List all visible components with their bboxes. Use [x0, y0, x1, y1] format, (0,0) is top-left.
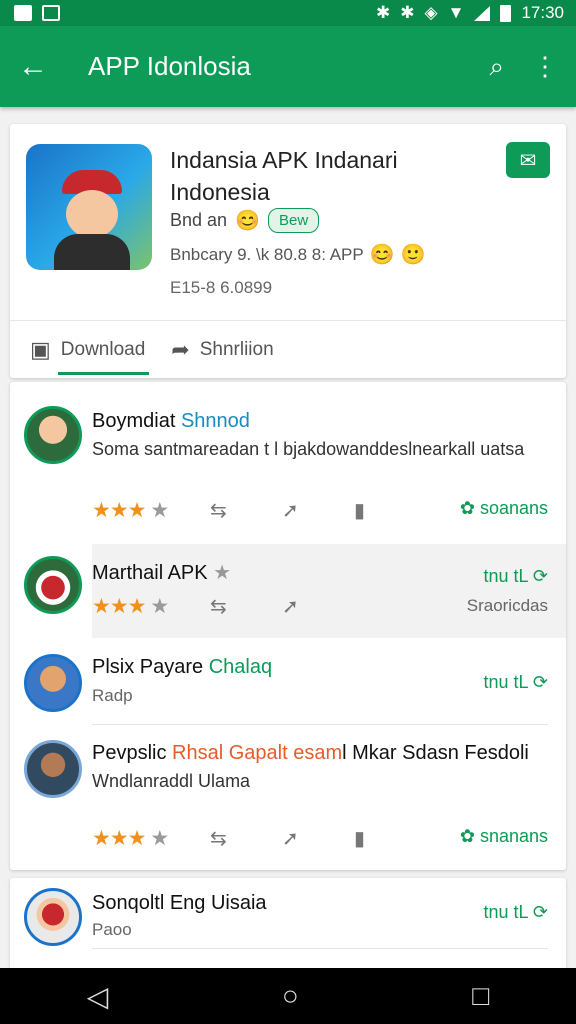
- repost-icon[interactable]: ⇆: [210, 826, 282, 851]
- wifi-icon: ▼: [447, 3, 465, 22]
- bookmark-icon[interactable]: ▮: [354, 826, 426, 851]
- app-icon[interactable]: [26, 144, 152, 270]
- comment-author: Pevpslic Rhsal Gapalt esaml Mkar Sdasn F…: [92, 742, 529, 764]
- comment-author: Marthail APK ★: [92, 562, 232, 584]
- clock: 17:30: [521, 3, 564, 22]
- app-meta-row: Bnbcary 9. \k 80.8 8: APP 😊 🙂: [170, 242, 426, 267]
- chat-share-icon[interactable]: ✉: [506, 142, 550, 178]
- divider: [92, 948, 548, 949]
- rating-stars: ★★★ ★: [92, 827, 169, 850]
- back-arrow-icon[interactable]: ←: [18, 50, 58, 84]
- avatar[interactable]: [24, 888, 82, 946]
- repost-icon[interactable]: ⇆: [210, 594, 282, 619]
- comment-actions: ★★★ ★ ⇆ ➚ ▮: [92, 826, 426, 851]
- divider: [92, 724, 548, 725]
- avatar[interactable]: [24, 556, 82, 614]
- rating-stars: ★★★ ★: [92, 595, 169, 618]
- comment-link[interactable]: tnu tL ⟳: [484, 566, 548, 587]
- comment-sub: Radp: [92, 686, 133, 705]
- app-title: Indansia APK Indanari Indonesia: [170, 147, 398, 205]
- comment-card: Sonqoltl Eng Uisaia Paoo tnu tL ⟳: [10, 878, 566, 978]
- tab-bar: ▣ Download ➦ Shnrliion: [10, 320, 566, 378]
- comment-link[interactable]: tnu tL ⟳: [484, 672, 548, 693]
- repost-icon[interactable]: ⇆: [210, 498, 282, 523]
- app-meta: Bnbcary 9. \k 80.8 8: APP: [170, 244, 364, 264]
- avatar[interactable]: [24, 654, 82, 712]
- bookmark-icon[interactable]: ▮: [354, 498, 426, 523]
- tab-share[interactable]: ➦ Shnrliion: [171, 321, 273, 379]
- status-bar: ✱ ✱ ◈ ▼ 17:30: [0, 0, 576, 26]
- app-version: E15-8 6.0899: [170, 278, 273, 297]
- comment-link[interactable]: ✿ soanans: [460, 498, 548, 519]
- notification-icon: [14, 5, 32, 21]
- signal-icon: [474, 5, 491, 21]
- search-icon[interactable]: ⌕: [489, 51, 504, 83]
- bluetooth-icon: ✱: [376, 3, 391, 22]
- comment-author: Plsix Payare Chalaq: [92, 656, 273, 678]
- app-subtitle: Bnd an: [170, 210, 228, 230]
- app-info-card: Indansia APK Indanari Indonesia Bnd an 😊…: [10, 124, 566, 378]
- avatar[interactable]: [24, 740, 82, 798]
- new-badge: Bew: [267, 208, 320, 233]
- comment-sub: Paoo: [92, 920, 132, 939]
- nav-home-icon[interactable]: ○: [282, 980, 299, 1012]
- download-icon: ▣: [30, 336, 51, 362]
- app-subtitle-row: Bnd an 😊 Bew: [170, 208, 320, 233]
- comment-actions: ★★★ ★ ⇆ ➚ ▮: [92, 498, 426, 523]
- image-notification-icon: [42, 5, 60, 21]
- comment-actions: ★★★ ★ ⇆ ➚: [92, 594, 354, 619]
- comment-link[interactable]: tnu tL ⟳: [484, 902, 548, 923]
- comment-text: Soma santmareadan t l bjakdowanddeslnear…: [92, 439, 525, 459]
- bluetooth-icon: ✱: [400, 3, 415, 22]
- tab-label: Shnrliion: [199, 338, 274, 360]
- share-icon[interactable]: ➚: [282, 826, 354, 851]
- share-icon[interactable]: ➚: [282, 594, 354, 619]
- avatar[interactable]: [24, 406, 82, 464]
- share-arrow-icon: ➦: [171, 336, 190, 362]
- smile-emoji-icon: 😊: [235, 210, 260, 232]
- navigation-bar: ◁ ○ □: [0, 968, 576, 1024]
- comment-author: Boymdiat Shnnod: [92, 410, 250, 432]
- nav-back-icon[interactable]: ◁: [87, 980, 109, 1013]
- share-icon[interactable]: ➚: [282, 498, 354, 523]
- comment-text: Wndlanraddl Ulama: [92, 771, 251, 791]
- star-icon: ★: [213, 562, 232, 584]
- vibrate-icon: ◈: [424, 3, 438, 22]
- comment-link[interactable]: ✿ snanans: [460, 826, 548, 847]
- smile-emoji-icon: 😊: [369, 244, 395, 266]
- battery-icon: [500, 4, 512, 22]
- tab-label: Download: [60, 338, 146, 360]
- tab-download[interactable]: ▣ Download: [30, 321, 150, 379]
- comments-card: Boymdiat Shnnod Soma santmareadan t l bj…: [10, 382, 566, 870]
- comment-author: Sonqoltl Eng Uisaia: [92, 892, 267, 914]
- app-bar: ← APP Idonlosia ⌕ ⋮: [0, 26, 576, 107]
- nav-recents-icon[interactable]: □: [472, 980, 489, 1012]
- face-emoji-icon: 🙂: [400, 244, 426, 266]
- comment-meta: Sraoricdas: [466, 596, 548, 615]
- overflow-menu-icon[interactable]: ⋮: [532, 51, 558, 82]
- rating-stars: ★★★ ★: [92, 499, 169, 522]
- app-bar-title: APP Idonlosia: [88, 51, 251, 81]
